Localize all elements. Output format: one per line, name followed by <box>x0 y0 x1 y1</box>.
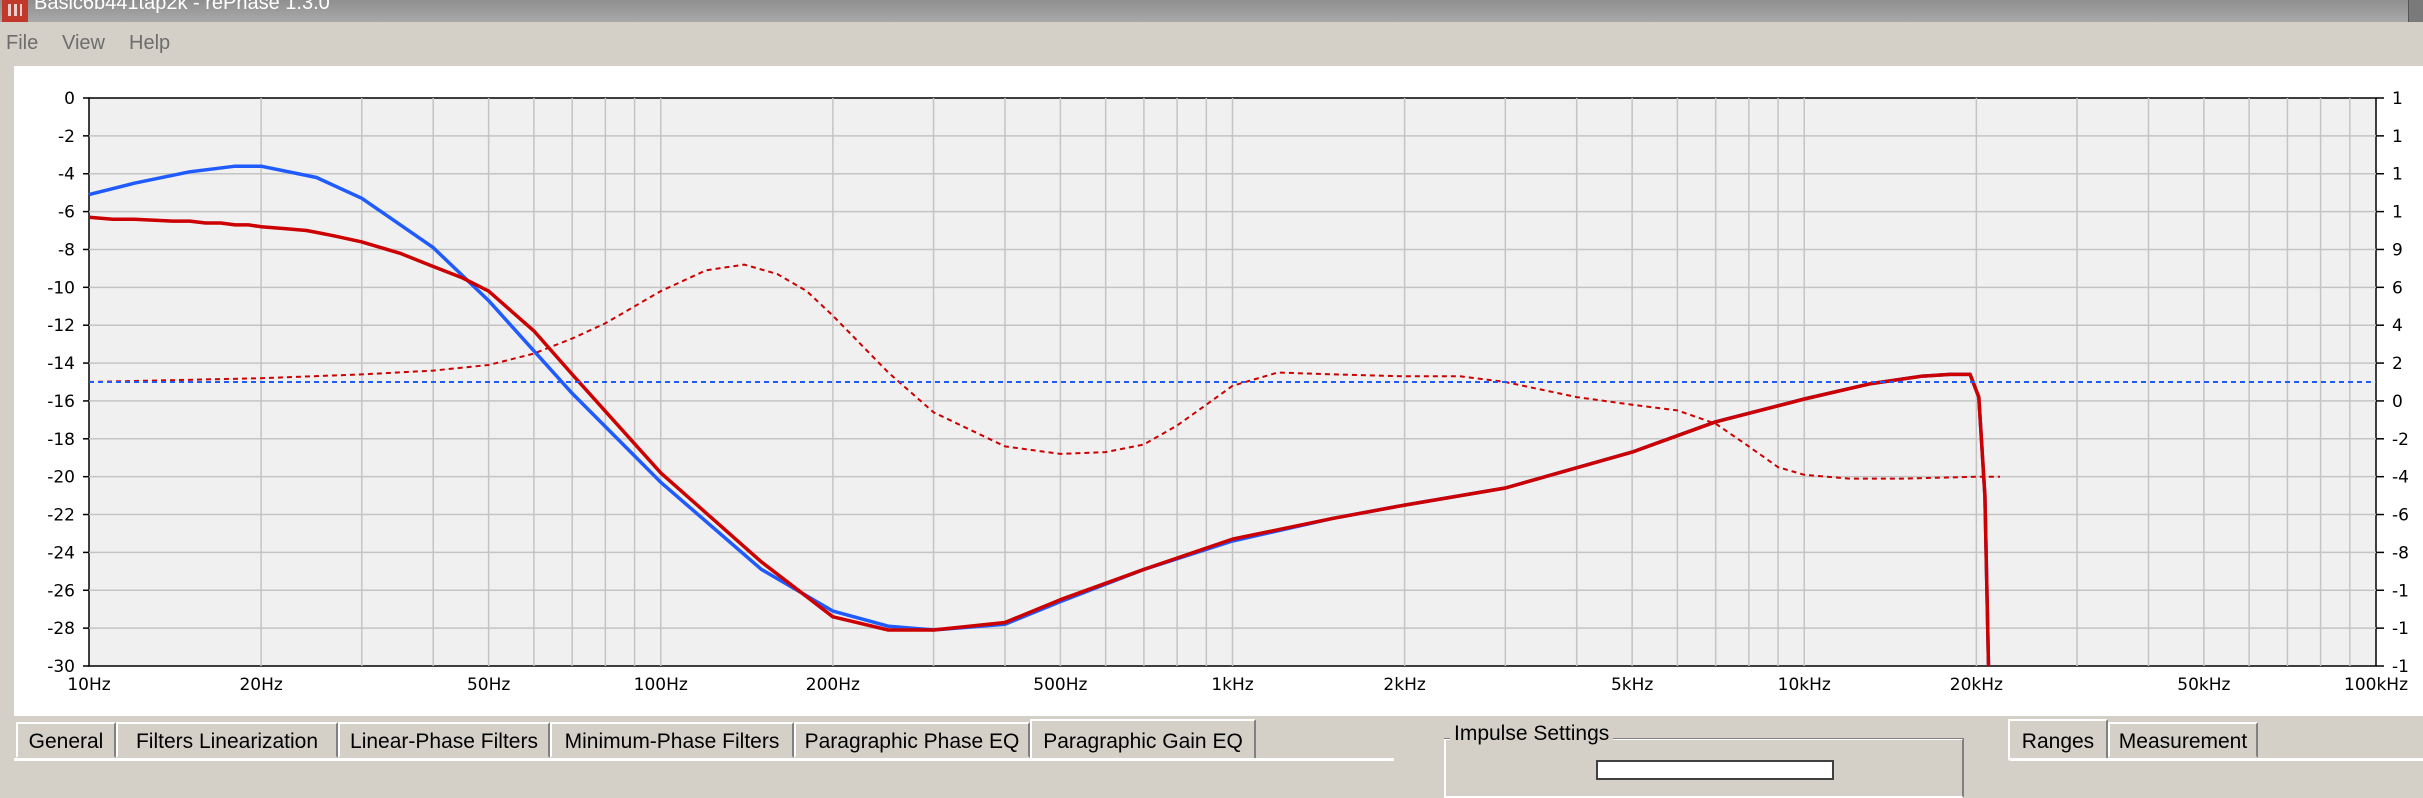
right-tick-label: 1 <box>2392 89 2403 109</box>
right-tick-label: 1 <box>2392 203 2403 223</box>
right-tick-label: 0 <box>2392 392 2403 412</box>
app-icon[interactable] <box>2 0 28 22</box>
right-tick-label: -1 <box>2392 619 2409 639</box>
right-tick-label: 9 <box>2392 240 2403 260</box>
y-tick-label: 0 <box>64 89 75 109</box>
y-tick-label: -22 <box>47 506 75 526</box>
title-bar: Basic6b441tap2k - rePhase 1.3.0 <box>0 0 2423 22</box>
y-tick-label: -28 <box>47 619 75 639</box>
menu-help[interactable]: Help <box>129 32 170 55</box>
frequency-response-chart[interactable]: 0 -2 -4 -6 -8 -10 -12 -14 -16 -18 -20 -22 -24 -26 -28-… <box>14 66 2423 716</box>
right-tick-label: 6 <box>2392 278 2403 298</box>
x-tick-label: 1kHz <box>1211 675 1253 695</box>
y-tick-label: -30 <box>47 657 75 677</box>
tab-paragraphic-gain-eq[interactable]: Paragraphic Gain EQ <box>1030 719 1256 761</box>
chart-canvas: 0-2-4-6-8-10-12-14-16-18-20-22-24-26-28-… <box>47 89 2409 695</box>
impulse-settings-field[interactable] <box>1596 760 1834 780</box>
y-tick-label: -24 <box>47 543 75 563</box>
tab-divider <box>14 758 1394 761</box>
x-tick-label: 50kHz <box>2177 675 2230 695</box>
right-tab-divider <box>2010 758 2423 761</box>
tab-minimum-phase-filters[interactable]: Minimum-Phase Filters <box>550 722 794 758</box>
menu-bar: File View Help <box>0 24 2423 64</box>
window-title: Basic6b441tap2k - rePhase 1.3.0 <box>34 0 330 14</box>
y-tick-label: -14 <box>47 354 75 374</box>
tab-paragraphic-phase-eq[interactable]: Paragraphic Phase EQ <box>794 722 1030 758</box>
x-tick-label: 10Hz <box>67 675 110 695</box>
y-tick-label: -18 <box>47 430 75 450</box>
x-tick-label: 500Hz <box>1033 675 1087 695</box>
tab-general[interactable]: General <box>16 722 116 758</box>
y-tick-label: -4 <box>58 165 75 185</box>
right-tick-label: 4 <box>2392 316 2403 336</box>
y-tick-label: -10 <box>47 278 75 298</box>
window-control-button[interactable] <box>2408 0 2423 22</box>
x-tick-label: 200Hz <box>806 675 860 695</box>
y-tick-label: -26 <box>47 581 75 601</box>
x-tick-label: 5kHz <box>1611 675 1653 695</box>
menu-file[interactable]: File <box>6 32 38 55</box>
impulse-settings-label: Impulse Settings <box>1450 722 1614 746</box>
right-tick-label: 2 <box>2392 354 2403 374</box>
menu-view[interactable]: View <box>62 32 105 55</box>
x-tick-label: 10kHz <box>1778 675 1831 695</box>
tab-linear-phase-filters[interactable]: Linear-Phase Filters <box>338 722 550 758</box>
x-tick-label: 100kHz <box>2344 675 2408 695</box>
y-tick-label: -12 <box>47 316 75 336</box>
right-tick-label: -1 <box>2392 581 2409 601</box>
y-tick-label: -6 <box>58 203 75 223</box>
x-tick-label: 20kHz <box>1950 675 2003 695</box>
x-tick-label: 20Hz <box>239 675 282 695</box>
y-tick-label: -16 <box>47 392 75 412</box>
tab-measurement[interactable]: Measurement <box>2108 722 2258 758</box>
tab-filters-linearization[interactable]: Filters Linearization <box>116 722 338 758</box>
right-tick-label: -2 <box>2392 430 2409 450</box>
right-tick-label: -8 <box>2392 543 2409 563</box>
right-tick-label: -6 <box>2392 506 2409 526</box>
tab-ranges[interactable]: Ranges <box>2008 719 2108 761</box>
x-tick-label: 100Hz <box>634 675 688 695</box>
right-tick-label: -4 <box>2392 468 2409 488</box>
y-tick-label: -8 <box>58 240 75 260</box>
right-tick-label: 1 <box>2392 127 2403 147</box>
right-tick-label: 1 <box>2392 165 2403 185</box>
y-tick-label: -20 <box>47 468 75 488</box>
right-tick-label: -1 <box>2392 657 2409 677</box>
y-tick-label: -2 <box>58 127 75 147</box>
x-tick-label: 50Hz <box>467 675 510 695</box>
x-tick-label: 2kHz <box>1383 675 1425 695</box>
